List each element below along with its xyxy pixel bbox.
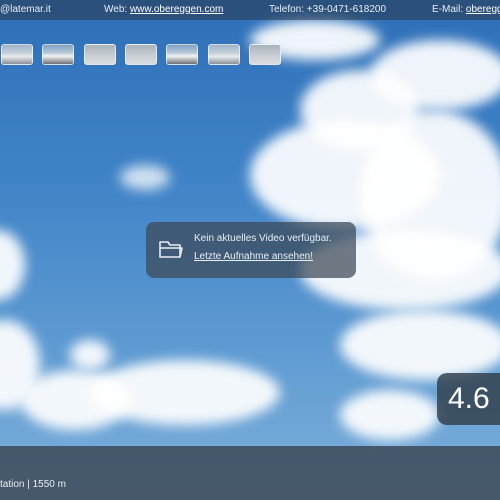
temperature-badge: 4.6	[437, 373, 500, 425]
website-label: Web:	[104, 4, 128, 15]
contact-bar: @latemar.it Web: www.obereggen.com Telef…	[0, 0, 500, 20]
website-info: Web: www.obereggen.com	[104, 0, 223, 20]
folder-icon	[159, 241, 183, 258]
last-recording-link[interactable]: Letzte Aufnahme ansehen!	[194, 251, 313, 262]
webcam-thumb-3[interactable]	[84, 44, 116, 65]
webcam-thumb-7[interactable]	[249, 44, 281, 65]
phone-info: Telefon: +39-0471-618200	[269, 4, 387, 15]
webcam-thumb-5[interactable]	[166, 44, 198, 65]
notice-message: Kein aktuelles Video verfügbar.	[194, 233, 332, 244]
email-label: E-Mail:	[432, 4, 464, 15]
no-video-notice: Kein aktuelles Video verfügbar. Letzte A…	[146, 222, 356, 278]
email-fragment: @latemar.it	[0, 4, 51, 15]
webcam-thumb-6[interactable]	[208, 44, 240, 65]
temperature-value: 4.6	[448, 382, 490, 415]
email-link[interactable]: obereggen	[466, 4, 500, 15]
website-link[interactable]: www.obereggen.com	[130, 4, 223, 15]
station-info: tation | 1550 m	[0, 479, 66, 490]
station-footer: tation | 1550 m	[0, 446, 500, 500]
webcam-thumb-1[interactable]	[1, 44, 33, 65]
email-info: E-Mail: obereggen	[432, 0, 500, 20]
webcam-thumb-2[interactable]	[42, 44, 74, 65]
webcam-thumb-4[interactable]	[125, 44, 157, 65]
